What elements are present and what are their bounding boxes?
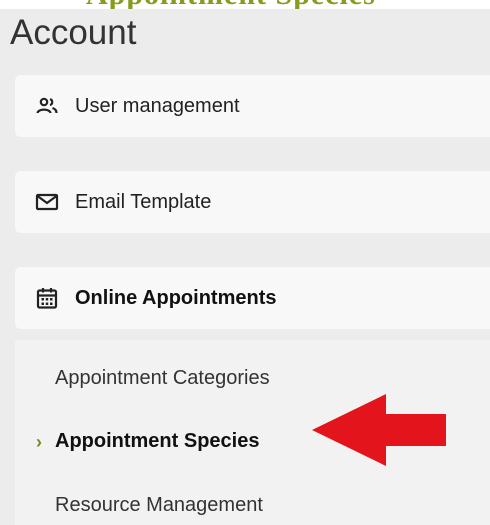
sidebar-item-label: Email Template (75, 190, 212, 213)
red-pointer-arrow-icon (312, 394, 446, 466)
submenu-item-appointment-species[interactable]: Appointment Species (55, 430, 259, 453)
envelope-icon (35, 190, 59, 214)
page-header-strip: Appointment Species (0, 0, 490, 9)
sidebar-item-label: Online Appointments (75, 286, 277, 309)
sidebar-title: Account (10, 13, 137, 52)
submenu-item-resource-management[interactable]: Resource Management (55, 494, 263, 517)
sidebar-item-label: User management (75, 94, 240, 117)
sidebar-item-online-appointments[interactable]: Online Appointments (15, 267, 490, 329)
sidebar-item-user-management[interactable]: User management (15, 75, 490, 137)
submenu-item-appointment-categories[interactable]: Appointment Categories (55, 367, 270, 390)
sidebar-item-email-template[interactable]: Email Template (15, 171, 490, 233)
users-icon (35, 94, 59, 118)
active-chevron-icon: › (36, 432, 42, 452)
page-heading-fragment: Appointment Species (86, 0, 376, 9)
calendar-icon (35, 286, 59, 310)
